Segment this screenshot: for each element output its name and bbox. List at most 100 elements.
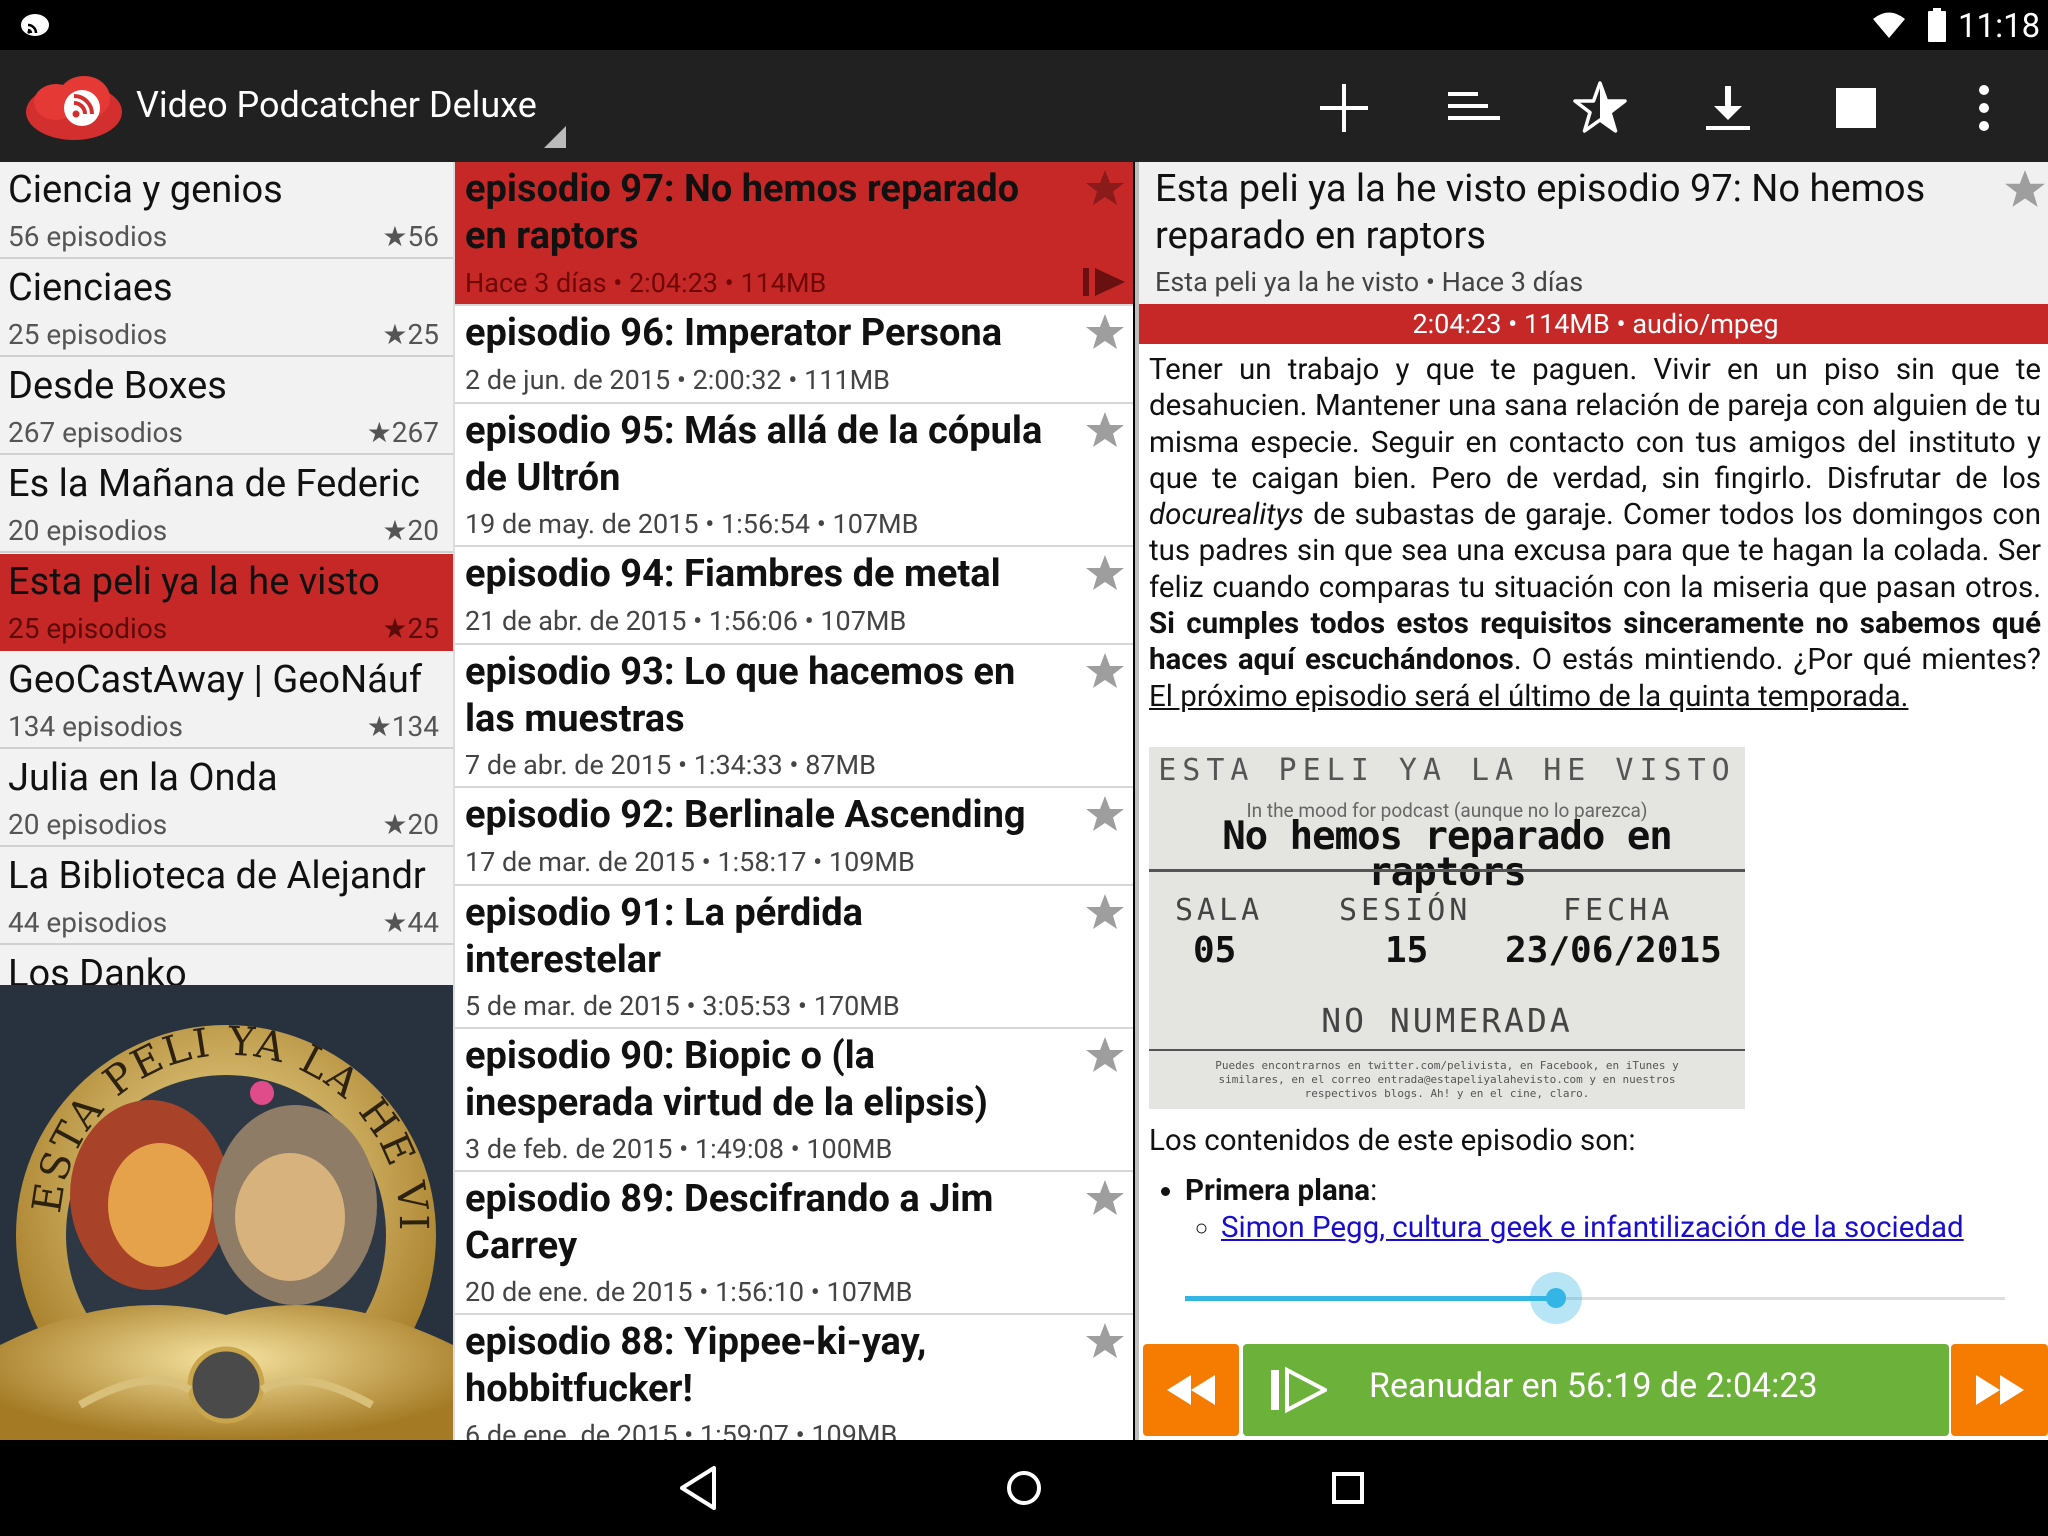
section-label: Primera plana: [1185, 1174, 1371, 1209]
status-clock: 11:18: [1958, 7, 2041, 46]
episode-title: episodio 95: Más allá de la cópula de Ul…: [465, 409, 1043, 500]
description-paragraph: Tener un trabajo y que te paguen. Vivir …: [1149, 352, 2041, 715]
resume-button[interactable]: Reanudar en 56:19 de 2:04:23: [1243, 1344, 1949, 1436]
seek-thumb[interactable]: [1529, 1272, 1582, 1324]
download-button[interactable]: [1696, 76, 1760, 140]
episode-meta: 5 de mar. de 2015 • 3:05:53 • 170MB: [465, 990, 900, 1022]
play-resume-icon: [1271, 1366, 1327, 1414]
podcast-title: Los Danko: [8, 952, 187, 985]
star-icon[interactable]: [1085, 168, 1125, 208]
podcast-list[interactable]: Ciencia y genios 56 episodios ★56 Cienci…: [0, 162, 453, 985]
ticket-fecha-value: 23/06/2015: [1505, 929, 1722, 971]
now-playing-icon: [1083, 268, 1125, 296]
player-controls: Reanudar en 56:19 de 2:04:23: [1139, 1338, 2048, 1440]
episode-item[interactable]: episodio 96: Imperator Persona 2 de jun.…: [455, 306, 1133, 404]
podcast-title: Cienciaes: [8, 266, 173, 310]
seek-bar[interactable]: [1139, 1260, 2048, 1338]
cast-notification-icon: [21, 14, 49, 36]
ticket-fecha-label: FECHA: [1563, 892, 1674, 928]
ticket-sesion-label: SESIÓN: [1339, 892, 1472, 928]
contents-list: Primera plana: Simon Pegg, cultura geek …: [1149, 1173, 2041, 1246]
resume-label: Reanudar en 56:19 de 2:04:23: [1369, 1366, 1818, 1406]
podcast-title: Desde Boxes: [8, 364, 227, 408]
podcast-item[interactable]: Los Danko: [0, 946, 453, 985]
episode-title: episodio 90: Biopic o (la inesperada vir…: [465, 1034, 988, 1125]
podcast-episode-count: 25 episodios: [8, 612, 168, 645]
podcast-item[interactable]: Es la Mañana de Federic 20 episodios ★20: [0, 456, 453, 553]
ticket-episode-title: No hemos reparado en raptors: [1222, 813, 1673, 896]
app-logo-icon: [26, 76, 122, 140]
star-icon[interactable]: [1085, 1321, 1125, 1361]
star-icon[interactable]: [1085, 1178, 1125, 1218]
contents-link[interactable]: Simon Pegg, cultura geek e infantilizaci…: [1221, 1211, 1964, 1245]
episode-meta: 7 de abr. de 2015 • 1:34:33 • 87MB: [465, 749, 876, 781]
podcast-item[interactable]: Ciencia y genios 56 episodios ★56: [0, 162, 453, 259]
podcast-episode-count: 56 episodios: [8, 220, 168, 253]
rewind-button[interactable]: [1143, 1344, 1239, 1436]
episode-item[interactable]: episodio 92: Berlinale Ascending 17 de m…: [455, 788, 1133, 886]
episode-item[interactable]: episodio 90: Biopic o (la inesperada vir…: [455, 1029, 1133, 1172]
add-podcast-button[interactable]: [1312, 76, 1376, 140]
rewind-icon: [1167, 1375, 1215, 1405]
detail-header: Esta peli ya la he visto episodio 97: No…: [1139, 162, 2048, 304]
contents-subitem: Simon Pegg, cultura geek e infantilizaci…: [1221, 1210, 2041, 1246]
episode-meta: 3 de feb. de 2015 • 1:49:08 • 100MB: [465, 1133, 893, 1165]
episode-item[interactable]: episodio 88: Yippee-ki-yay, hobbitfucker…: [455, 1315, 1133, 1440]
podcast-item-selected[interactable]: Esta peli ya la he visto 25 episodios ★2…: [0, 554, 453, 651]
podcast-episode-count: 20 episodios: [8, 808, 168, 841]
detail-subtitle: Esta peli ya la he visto • Hace 3 días: [1155, 266, 1584, 298]
recents-icon[interactable]: [1322, 1462, 1374, 1514]
podcast-title: Julia en la Onda: [8, 756, 278, 800]
episode-list[interactable]: episodio 97: No hemos reparado en raptor…: [453, 162, 1133, 1440]
episode-item[interactable]: episodio 89: Descifrando a Jim Carrey 20…: [455, 1172, 1133, 1315]
star-icon[interactable]: [1085, 794, 1125, 834]
episode-item-selected[interactable]: episodio 97: No hemos reparado en raptor…: [455, 162, 1133, 306]
spinner-caret-icon[interactable]: [544, 126, 566, 148]
app-root: 11:18 Video Podcatcher Deluxe Ciencia y …: [0, 0, 2048, 1536]
episode-meta: 6 de ene. de 2015 • 1:59:07 • 109MB: [465, 1419, 898, 1440]
star-icon[interactable]: [1085, 312, 1125, 352]
star-icon[interactable]: [2004, 168, 2046, 210]
podcast-item[interactable]: Desde Boxes 267 episodios ★267: [0, 358, 453, 455]
description-italic: docurealitys: [1149, 498, 1304, 533]
star-icon[interactable]: [1085, 1035, 1125, 1075]
overflow-menu-button[interactable]: [1952, 76, 2016, 140]
ticket-fine-print: Puedes encontrarnos en twitter.com/peliv…: [1215, 1058, 1679, 1100]
podcast-item[interactable]: La Biblioteca de Alejandr 44 episodios ★…: [0, 848, 453, 945]
seek-track[interactable]: [1185, 1272, 2005, 1324]
episode-item[interactable]: episodio 91: La pérdida interestelar 5 d…: [455, 886, 1133, 1029]
favorites-filter-button[interactable]: [1568, 76, 1632, 140]
episode-meta: 17 de mar. de 2015 • 1:58:17 • 109MB: [465, 846, 915, 878]
star-icon[interactable]: [1085, 651, 1125, 691]
star-icon[interactable]: [1085, 553, 1125, 593]
star-icon[interactable]: [1085, 410, 1125, 450]
episode-item[interactable]: episodio 94: Fiambres de metal 21 de abr…: [455, 547, 1133, 645]
podcast-star-count: ★25: [382, 612, 439, 645]
star-icon[interactable]: [1085, 892, 1125, 932]
sort-icon: [1448, 92, 1500, 120]
episode-title: episodio 97: No hemos reparado en raptor…: [465, 167, 1020, 258]
ticket-no-numerada: NO NUMERADA: [1321, 1000, 1573, 1040]
fast-forward-button[interactable]: [1951, 1344, 2048, 1436]
back-icon[interactable]: [674, 1462, 726, 1514]
status-bar: 11:18: [0, 0, 2048, 50]
episode-meta: 19 de may. de 2015 • 1:56:54 • 107MB: [465, 508, 919, 540]
episode-description[interactable]: Tener un trabajo y que te paguen. Vivir …: [1149, 352, 2041, 1260]
episode-title: episodio 89: Descifrando a Jim Carrey: [465, 1177, 994, 1268]
ticket-heading: ESTA PELI YA LA HE VISTO: [1158, 752, 1736, 788]
home-icon[interactable]: [998, 1462, 1050, 1514]
episode-item[interactable]: episodio 95: Más allá de la cópula de Ul…: [455, 404, 1133, 547]
stop-button[interactable]: [1824, 76, 1888, 140]
podcast-item[interactable]: GeoCastAway | GeoNáuf 134 episodios ★134: [0, 652, 453, 749]
podcast-item[interactable]: Cienciaes 25 episodios ★25: [0, 260, 453, 357]
podcast-title: GeoCastAway | GeoNáuf: [8, 658, 423, 702]
stop-icon: [1836, 88, 1876, 128]
sort-button[interactable]: [1440, 76, 1504, 140]
app-title[interactable]: Video Podcatcher Deluxe: [136, 84, 537, 126]
episode-item[interactable]: episodio 93: Lo que hacemos en las muest…: [455, 645, 1133, 788]
seek-progress: [1185, 1296, 1556, 1301]
podcast-title: Esta peli ya la he visto: [8, 560, 380, 604]
podcast-item[interactable]: Julia en la Onda 20 episodios ★20: [0, 750, 453, 847]
action-bar: Video Podcatcher Deluxe: [0, 50, 2048, 162]
description-text: Tener un trabajo y que te paguen. Vivir …: [1149, 353, 2041, 496]
